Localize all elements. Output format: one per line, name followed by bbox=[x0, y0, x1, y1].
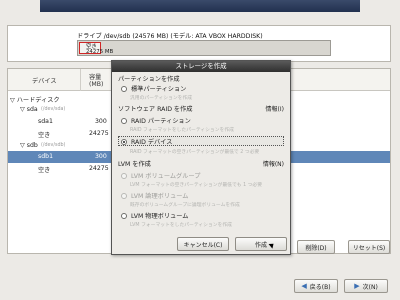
option-label: LVM 論理ボリューム bbox=[131, 193, 189, 200]
lvm-info-link[interactable]: 情報(N) bbox=[263, 159, 284, 168]
radio-icon[interactable] bbox=[121, 192, 127, 199]
tree-row-label: sdb1 bbox=[38, 153, 54, 160]
cancel-button[interactable]: キャンセル(C) bbox=[177, 237, 229, 251]
tree-row-size: 24275 bbox=[89, 165, 109, 172]
tree-row-label: ▽ sda bbox=[20, 106, 38, 113]
back-button-label: 戻る(B) bbox=[309, 283, 331, 291]
header-banner bbox=[40, 0, 360, 12]
option-description: LVM フォーマットの空きパーティションが最低でも 1 つ必要 bbox=[130, 183, 263, 188]
column-separator bbox=[80, 69, 81, 91]
option-description: RAID フォーマットをしたパーティションを作成 bbox=[130, 128, 234, 133]
tree-row-label: ▽ ハードディスク bbox=[10, 97, 60, 104]
option-description: 汎用のパーティションを作成 bbox=[130, 96, 193, 101]
tree-row-label: 空き bbox=[38, 167, 51, 174]
raid-info-link[interactable]: 情報(I) bbox=[266, 104, 284, 113]
segment-size: 24275 MB bbox=[86, 49, 114, 55]
column-size[interactable]: 容量 bbox=[89, 72, 101, 81]
option-raid-partition[interactable]: RAID パーティション bbox=[121, 116, 191, 125]
option-description: RAID フォーマットの空きパーティションが最低で 2 つ必要 bbox=[130, 150, 260, 155]
option-lvm-volume-group[interactable]: LVM ボリュームグループ bbox=[121, 171, 200, 180]
option-lvm-physical-volume[interactable]: LVM 物理ボリューム bbox=[121, 211, 188, 220]
radio-icon[interactable] bbox=[121, 212, 127, 219]
next-button[interactable]: ▶ 次(N) bbox=[344, 279, 388, 293]
option-lvm-logical-volume[interactable]: LVM 論理ボリューム bbox=[121, 191, 188, 200]
radio-icon[interactable] bbox=[121, 172, 127, 179]
option-label: RAID デバイス bbox=[131, 139, 173, 146]
option-label: LVM ボリュームグループ bbox=[131, 173, 201, 180]
radio-icon[interactable] bbox=[121, 117, 127, 124]
option-label: LVM 物理ボリューム bbox=[131, 213, 189, 220]
tree-row-label: ▽ sdb bbox=[20, 142, 38, 149]
option-label: RAID パーティション bbox=[131, 118, 191, 125]
section-create-lvm: LVM を作成 bbox=[118, 161, 151, 168]
arrow-left-icon: ◀ bbox=[301, 282, 307, 290]
create-button[interactable]: 作成 bbox=[235, 237, 287, 251]
option-standard-partition[interactable]: 標準パーティション bbox=[121, 84, 186, 93]
tree-row-label: 空き bbox=[38, 132, 51, 139]
tree-row-size: 300 bbox=[95, 118, 107, 125]
option-raid-device[interactable]: RAID デバイス bbox=[121, 137, 172, 146]
dialog-title: ストレージを作成 bbox=[112, 61, 290, 72]
back-button[interactable]: ◀ 戻る(B) bbox=[294, 279, 338, 293]
option-description: 既存のボリュームグループに論理ボリュームを作成 bbox=[130, 203, 240, 208]
create-storage-dialog: ストレージを作成 パーティションを作成 標準パーティション 汎用のパーティション… bbox=[111, 60, 291, 255]
tree-row-size: 24275 bbox=[89, 130, 109, 137]
tree-row-label: sda1 bbox=[38, 118, 53, 125]
delete-button[interactable]: 削除(D) bbox=[297, 240, 335, 254]
radio-checked-icon[interactable] bbox=[121, 138, 127, 145]
radio-icon[interactable] bbox=[121, 85, 127, 92]
tree-row-path: (/dev/sda) bbox=[41, 107, 66, 112]
arrow-right-icon: ▶ bbox=[354, 282, 360, 290]
dialog-body: パーティションを作成 標準パーティション 汎用のパーティションを作成 ソフトウェ… bbox=[115, 74, 287, 253]
tree-row-size: 300 bbox=[95, 153, 107, 160]
reset-button[interactable]: リセット(S) bbox=[348, 240, 390, 254]
column-size-unit: (MB) bbox=[89, 81, 104, 88]
column-device[interactable]: デバイス bbox=[32, 76, 57, 85]
drive-title: ドライブ /dev/sdb (24576 MB) (モデル: ATA VBOX … bbox=[77, 33, 263, 40]
option-description: LVM フォーマットをしたパーティションを作成 bbox=[130, 223, 232, 228]
next-button-label: 次(N) bbox=[362, 283, 378, 291]
section-create-raid: ソフトウェア RAID を作成 bbox=[118, 106, 193, 113]
option-label: 標準パーティション bbox=[131, 86, 187, 93]
tree-row-path: (/dev/sdb) bbox=[41, 143, 66, 148]
section-create-partition: パーティションを作成 bbox=[118, 76, 180, 83]
drive-panel: ドライブ /dev/sdb (24576 MB) (モデル: ATA VBOX … bbox=[7, 25, 391, 62]
drive-bar bbox=[77, 40, 331, 56]
